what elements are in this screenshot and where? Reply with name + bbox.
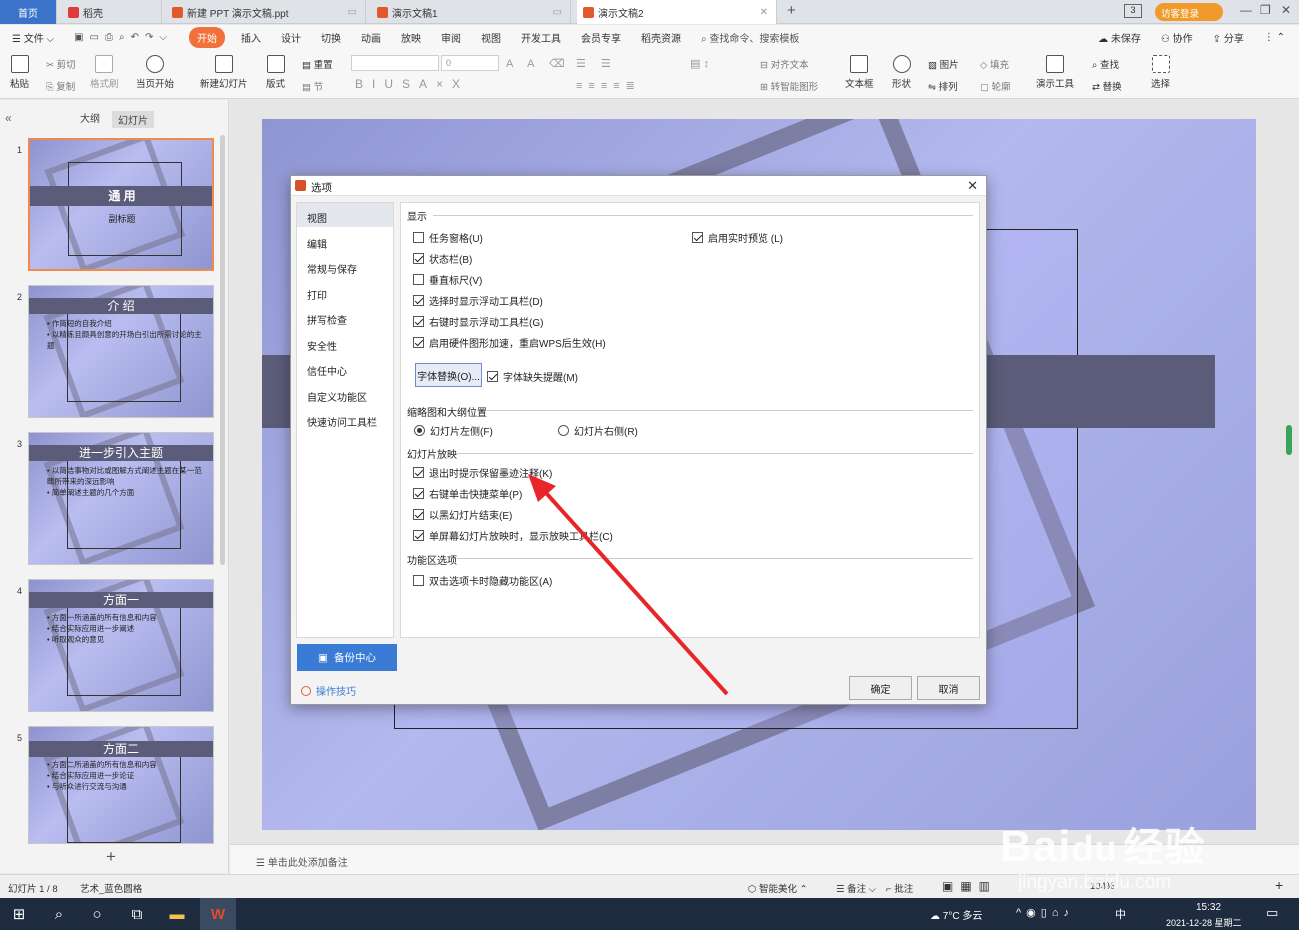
annotation-arrow	[528, 474, 729, 696]
watermark-brand: Bai	[1000, 822, 1072, 871]
baidu-watermark: Baidu 经验	[1000, 815, 1205, 873]
watermark-jingyan: 经验	[1123, 826, 1206, 870]
watermark-url: jingyan.baidu.com	[1018, 872, 1172, 893]
arrow-shaft	[536, 482, 729, 696]
watermark-brand2: du	[1071, 828, 1118, 869]
